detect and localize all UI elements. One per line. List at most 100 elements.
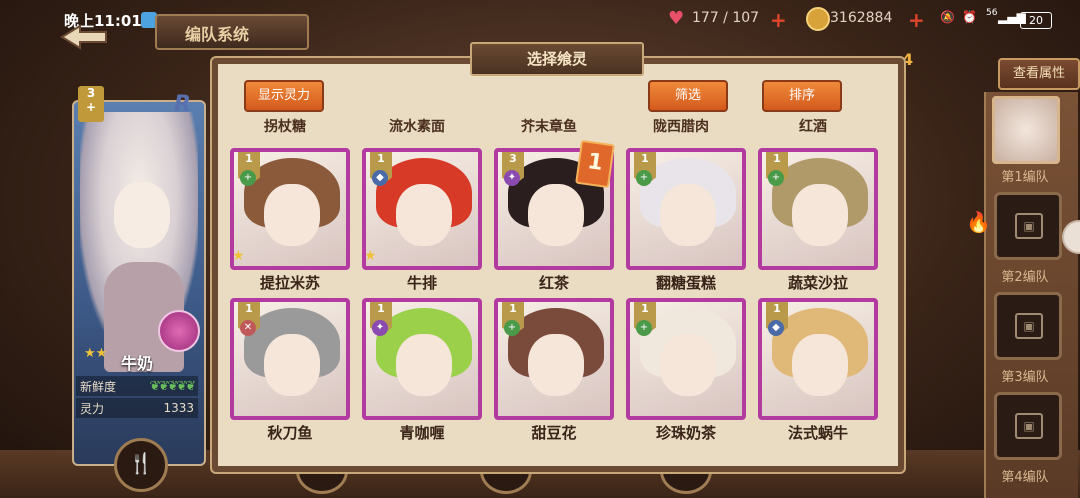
character-card-name: 青咖喱 (399, 424, 445, 442)
filter-button[interactable]: 筛选 (648, 80, 728, 112)
top-row-name: 陇西腊肉 (653, 119, 709, 135)
character-face (792, 184, 848, 246)
character-card[interactable]: 1 + (626, 148, 746, 270)
squad-1-avatar[interactable] (992, 96, 1060, 164)
level-value: 1 (773, 152, 781, 165)
power-row: 灵力 1333 (76, 398, 198, 418)
top-row-name: 拐杖糖 (264, 119, 306, 135)
power-value: 1333 (163, 401, 194, 415)
stamina-value: 177 / 107 (692, 10, 760, 26)
alarm-icon: ⏰ (962, 10, 977, 24)
character-face (264, 334, 320, 396)
element-icon: + (768, 170, 784, 186)
freshness-row: 新鲜度 ❦❦❦❦❦ (76, 376, 198, 396)
character-face (660, 334, 716, 396)
show-power-button[interactable]: 显示灵力 (244, 80, 324, 112)
lock-icon: ▣ (1015, 413, 1043, 439)
element-icon: ◆ (372, 170, 388, 186)
cutlery-button[interactable]: 🍴 (114, 438, 168, 492)
element-icon: + (636, 320, 652, 336)
element-icon: + (240, 170, 256, 186)
character-element-icon: + (85, 100, 97, 114)
rarity-badge: R (174, 92, 191, 117)
modal-title: 选择飨灵 (470, 42, 644, 76)
level-value: 1 (377, 152, 385, 165)
fire-icon: 🔥 (966, 210, 991, 234)
character-card-name: 秋刀鱼 (267, 424, 313, 442)
back-arrow-icon[interactable] (60, 24, 108, 50)
top-row-name: 红酒 (799, 119, 827, 135)
battery-indicator: 20 (1020, 12, 1052, 29)
star-icon: ★ (364, 248, 377, 264)
character-card[interactable]: 1 ✦ (362, 298, 482, 420)
character-card[interactable]: 1 ✕ (230, 298, 350, 420)
character-face (660, 184, 716, 246)
character-face (396, 184, 452, 246)
character-face (114, 182, 170, 248)
element-icon: ◆ (768, 320, 784, 336)
element-icon: + (504, 320, 520, 336)
top-row-name: 芥末章鱼 (521, 119, 577, 135)
element-icon: ✦ (372, 320, 388, 336)
character-face (396, 334, 452, 396)
character-card[interactable]: 1 + (494, 298, 614, 420)
mute-icon: 🔕 (940, 10, 955, 24)
lock-icon: ▣ (1015, 313, 1043, 339)
squad-4-slot[interactable]: ▣ (994, 392, 1062, 460)
character-card-name: 甜豆花 (531, 424, 577, 442)
squad-3-label: 第3编队 (1001, 370, 1049, 385)
squad-2-slot[interactable]: ▣ (994, 192, 1062, 260)
character-card[interactable]: 1 + (626, 298, 746, 420)
character-card-name: 法式蜗牛 (787, 424, 848, 442)
star-icon: ★ (232, 248, 245, 264)
sort-button[interactable]: 排序 (762, 80, 842, 112)
element-icon: ✦ (504, 170, 520, 186)
character-level-badge: 3 + (78, 86, 104, 122)
character-name: 牛奶 (120, 354, 153, 373)
element-icon: + (636, 170, 652, 186)
character-card-name: 红茶 (538, 274, 569, 292)
character-card[interactable]: 1 + (758, 148, 878, 270)
character-card[interactable]: 1 + ★ (230, 148, 350, 270)
rank-badge: 1 (575, 139, 615, 189)
character-card[interactable]: 1 ◆ ★ (362, 148, 482, 270)
power-label: 灵力 (80, 401, 105, 416)
view-attributes-button[interactable]: 查看属性 (998, 58, 1080, 90)
character-level: 3 (86, 86, 96, 100)
level-value: 3 (509, 152, 517, 165)
level-value: 1 (509, 302, 517, 315)
level-value: 1 (245, 152, 253, 165)
level-value: 1 (641, 152, 649, 165)
screen-title-plate: 编队系统 (155, 14, 309, 50)
screen-title: 编队系统 (185, 25, 250, 44)
character-grid: 拐杖糖 流水素面 芥末章鱼 陇西腊肉 红酒 1 + ★ 提拉米苏 1 ◆ ★ 牛排 3 ✦ 1 红茶 1… (224, 116, 886, 456)
character-card-name: 牛排 (406, 274, 437, 292)
squad-1-label: 第1编队 (1001, 170, 1049, 185)
character-face (264, 184, 320, 246)
freshness-label: 新鲜度 (80, 379, 117, 394)
character-card-name: 翻糖蛋糕 (655, 274, 716, 292)
character-card-name: 珍珠奶茶 (655, 424, 716, 442)
coin-icon (806, 7, 830, 31)
freshness-leaves-icon: ❦❦❦❦❦ (149, 378, 196, 394)
character-face (528, 334, 584, 396)
level-value: 1 (773, 302, 781, 315)
squad-4-label: 第4编队 (1001, 470, 1049, 485)
top-row-name: 流水素面 (389, 119, 445, 135)
add-stamina-button[interactable]: + (770, 8, 787, 32)
heart-icon: ♥ (668, 8, 685, 29)
character-card[interactable]: 1 ◆ (758, 298, 878, 420)
level-value: 1 (641, 302, 649, 315)
character-stats: 新鲜度 ❦❦❦❦❦ 灵力 1333 (76, 376, 198, 420)
net-speed: 56 (986, 8, 998, 18)
lock-icon: ▣ (1015, 213, 1043, 239)
character-card-name: 提拉米苏 (259, 274, 320, 292)
level-value: 1 (245, 302, 253, 315)
element-icon: ✕ (240, 320, 256, 336)
character-face (528, 184, 584, 246)
level-value: 1 (377, 302, 385, 315)
squad-3-slot[interactable]: ▣ (994, 292, 1062, 360)
skill-icon[interactable] (158, 310, 200, 352)
add-coin-button[interactable]: + (908, 8, 925, 32)
character-face (792, 334, 848, 396)
